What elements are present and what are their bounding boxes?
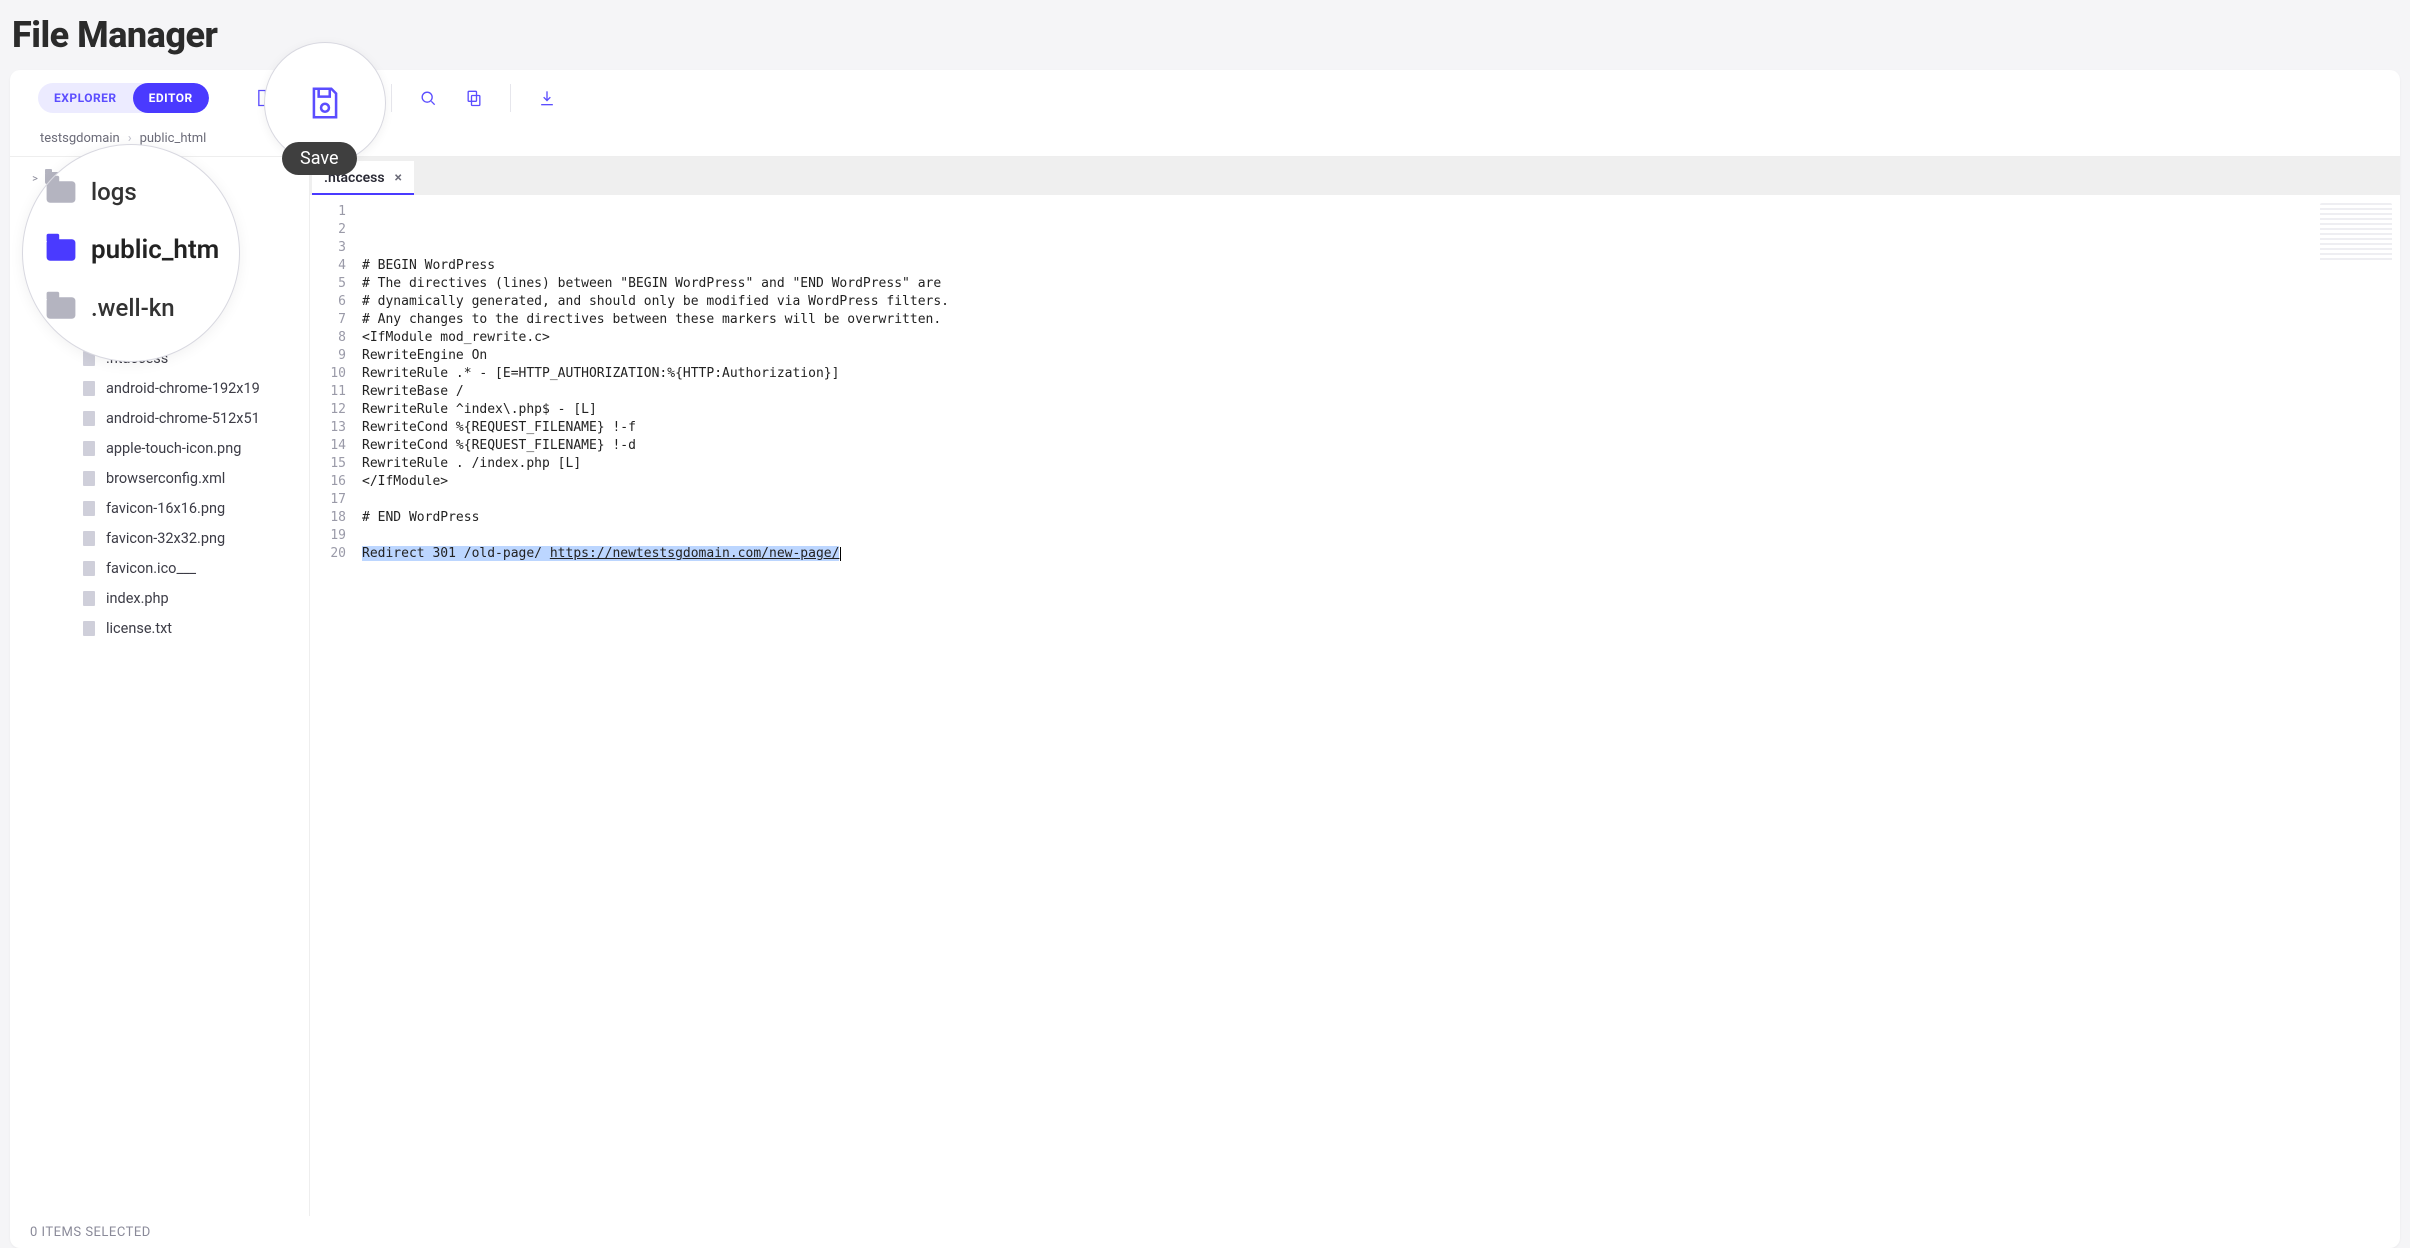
- tree-item-label: android-chrome-192x19: [106, 380, 260, 397]
- file-icon: [80, 469, 98, 487]
- code-content[interactable]: # BEGIN WordPress# The directives (lines…: [354, 195, 2400, 1216]
- save-tooltip: Save: [282, 142, 357, 175]
- file-icon: [80, 379, 98, 397]
- lens-line-3: .well-kn: [91, 294, 175, 322]
- tree-item-label: favicon-32x32.png: [106, 530, 225, 547]
- search-icon[interactable]: [410, 80, 446, 116]
- view-switcher: EXPLORER EDITOR: [38, 83, 209, 113]
- file-icon: [80, 619, 98, 637]
- toolbar-divider: [510, 84, 511, 112]
- file-manager-panel: Save logs public_htm .well-kn EXPLORER E…: [10, 70, 2400, 1248]
- page-title: File Manager: [12, 14, 2400, 56]
- copy-icon[interactable]: [456, 80, 492, 116]
- file-icon: [80, 499, 98, 517]
- toolbar-divider: [391, 84, 392, 112]
- file-icon: [80, 589, 98, 607]
- tree-item-label: favicon.ico___: [106, 560, 196, 577]
- status-text: 0 ITEMS SELECTED: [30, 1225, 151, 1240]
- tree-file[interactable]: android-chrome-512x51: [10, 403, 309, 433]
- tree-file[interactable]: license.txt: [10, 613, 309, 643]
- download-icon[interactable]: [529, 80, 565, 116]
- text-cursor: [840, 547, 841, 561]
- file-icon: [80, 559, 98, 577]
- tree-file[interactable]: favicon-32x32.png: [10, 523, 309, 553]
- tree-file[interactable]: apple-touch-icon.png: [10, 433, 309, 463]
- code-editor[interactable]: 1234567891011121314151617181920 # BEGIN …: [310, 195, 2400, 1216]
- tree-magnifier-overlay: logs public_htm .well-kn: [22, 144, 240, 362]
- file-icon: [80, 439, 98, 457]
- tree-item-label: apple-touch-icon.png: [106, 440, 241, 457]
- breadcrumb-item[interactable]: public_html: [140, 131, 207, 146]
- status-bar: 0 ITEMS SELECTED: [10, 1216, 2400, 1248]
- close-icon[interactable]: ×: [395, 170, 402, 186]
- file-icon: [80, 529, 98, 547]
- redirect-url-link[interactable]: https://newtestsgdomain.com/new-page/: [550, 546, 840, 561]
- chevron-right-icon[interactable]: >: [28, 172, 42, 185]
- breadcrumb-item[interactable]: testsgdomain: [40, 131, 120, 146]
- save-icon: [306, 84, 344, 122]
- tree-item-label: browserconfig.xml: [106, 470, 225, 487]
- lens-line-1: logs: [91, 178, 137, 206]
- folder-icon: [47, 181, 76, 203]
- tree-item-label: android-chrome-512x51: [106, 410, 260, 427]
- tab-editor[interactable]: EDITOR: [133, 83, 209, 113]
- file-icon: [80, 409, 98, 427]
- tree-file[interactable]: android-chrome-192x19: [10, 373, 309, 403]
- line-number-gutter: 1234567891011121314151617181920: [310, 195, 354, 1216]
- tree-item-label: license.txt: [106, 620, 172, 637]
- tree-file[interactable]: favicon-16x16.png: [10, 493, 309, 523]
- tree-item-label: index.php: [106, 590, 169, 607]
- tree-file[interactable]: favicon.ico___: [10, 553, 309, 583]
- folder-icon: [47, 239, 76, 261]
- tree-file[interactable]: browserconfig.xml: [10, 463, 309, 493]
- code-minimap[interactable]: [2320, 203, 2392, 263]
- editor-tabs: .htaccess ×: [310, 157, 2400, 195]
- tree-item-label: favicon-16x16.png: [106, 500, 225, 517]
- tree-file[interactable]: index.php: [10, 583, 309, 613]
- tab-explorer[interactable]: EXPLORER: [38, 83, 133, 113]
- editor-area: .htaccess × 1234567891011121314151617181…: [310, 157, 2400, 1216]
- folder-icon: [47, 297, 76, 319]
- lens-line-2: public_htm: [91, 235, 219, 265]
